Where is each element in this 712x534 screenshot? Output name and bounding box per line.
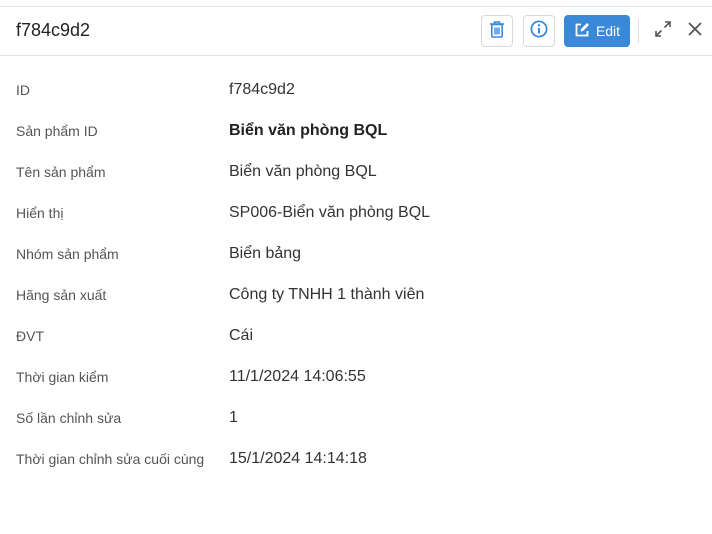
field-value: SP006-Biển văn phòng BQL <box>229 204 431 221</box>
field-value-link[interactable]: Biển văn phòng BQL <box>229 122 387 140</box>
info-button[interactable] <box>523 15 555 47</box>
field-row-display: Hiển thị SP006-Biển văn phòng BQL <box>0 193 712 234</box>
edit-label: Edit <box>595 23 621 39</box>
delete-button[interactable] <box>481 15 513 47</box>
trash-icon <box>489 20 505 43</box>
field-value: 1 <box>229 409 238 426</box>
expand-button[interactable] <box>653 20 673 43</box>
field-row-last-edit-time: Thời gian chỉnh sửa cuối cùng 15/1/2024 … <box>0 439 712 480</box>
detail-header: f784c9d2 Edit <box>0 7 712 56</box>
field-label: Tên sản phẩm <box>16 164 106 180</box>
field-row-unit: ĐVT Cái <box>0 316 712 357</box>
field-row-product-name: Tên sản phẩm Biển văn phòng BQL <box>0 152 712 193</box>
expand-icon <box>654 20 672 43</box>
field-value: Biển bảng <box>229 245 302 262</box>
field-value: f784c9d2 <box>229 81 295 98</box>
field-label: Nhóm sản phẩm <box>16 246 119 262</box>
detail-fields: ID f784c9d2 Sản phẩm ID Biển văn phòng B… <box>0 70 712 480</box>
close-button[interactable] <box>685 21 705 41</box>
field-row-edit-count: Số lần chỉnh sửa 1 <box>0 398 712 439</box>
top-border <box>0 0 712 7</box>
field-label: ĐVT <box>16 328 44 344</box>
edit-icon <box>574 22 590 41</box>
field-row-manufacturer: Hãng sản xuất Công ty TNHH 1 thành viên <box>0 275 712 316</box>
field-value: Công ty TNHH 1 thành viên <box>229 286 425 303</box>
close-icon <box>687 21 703 42</box>
field-label: Thời gian kiểm <box>16 369 109 385</box>
field-label: Thời gian chỉnh sửa cuối cùng <box>16 451 205 467</box>
field-row-id: ID f784c9d2 <box>0 70 712 111</box>
field-label: Hãng sản xuất <box>16 287 107 303</box>
field-value: Cái <box>229 327 254 344</box>
field-label: Hiển thị <box>16 205 64 221</box>
toolbar-divider <box>638 19 639 43</box>
field-value: 15/1/2024 14:14:18 <box>229 450 367 467</box>
field-value: 11/1/2024 14:06:55 <box>229 368 366 385</box>
field-row-product-id: Sản phẩm ID Biển văn phòng BQL <box>0 111 712 152</box>
edit-button[interactable]: Edit <box>564 15 630 47</box>
record-title: f784c9d2 <box>16 20 91 40</box>
field-label: Sản phẩm ID <box>16 123 98 139</box>
field-value: Biển văn phòng BQL <box>229 163 377 180</box>
field-label: ID <box>16 82 30 98</box>
field-row-product-group: Nhóm sản phẩm Biển bảng <box>0 234 712 275</box>
field-row-check-time: Thời gian kiểm 11/1/2024 14:06:55 <box>0 357 712 398</box>
field-label: Số lần chỉnh sửa <box>16 410 122 426</box>
info-icon <box>530 20 548 43</box>
